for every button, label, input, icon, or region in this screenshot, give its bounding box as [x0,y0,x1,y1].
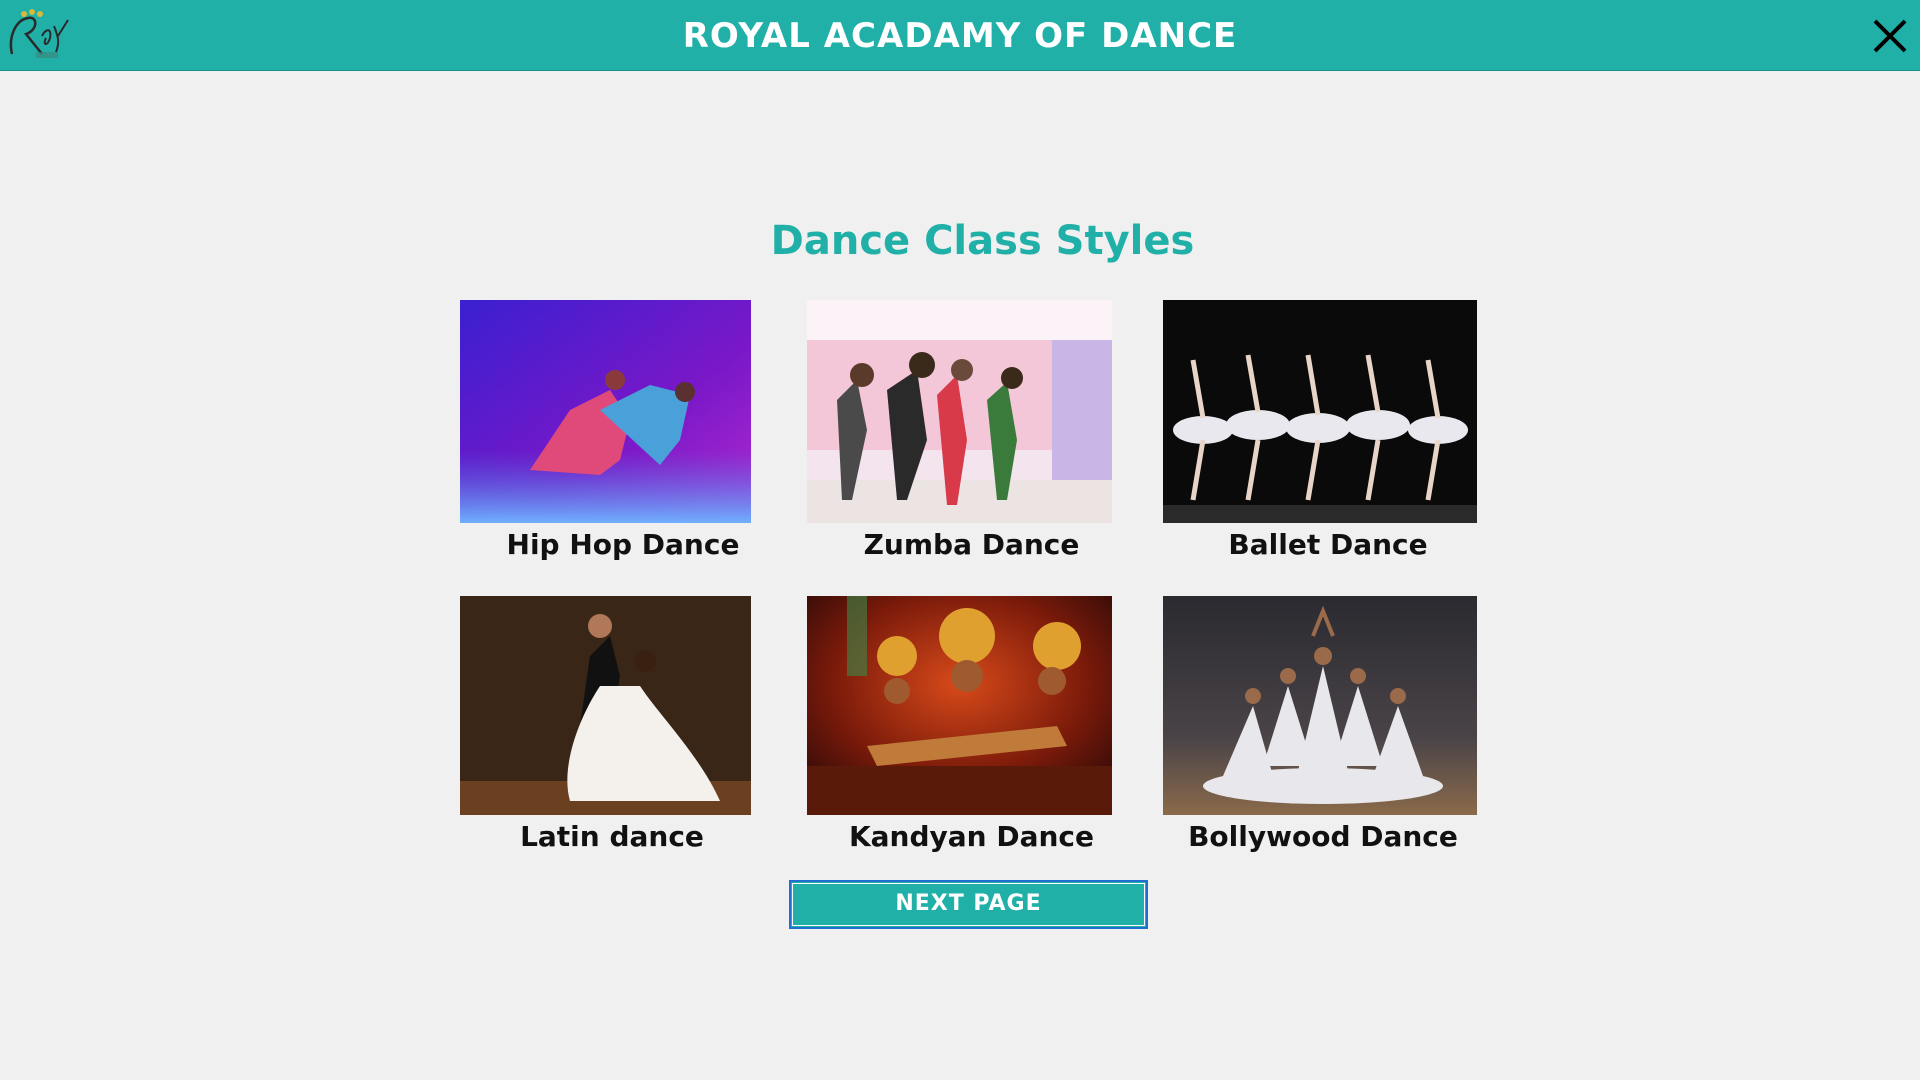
card-label: Latin dance [520,820,704,853]
card-label: Bollywood Dance [1188,820,1458,853]
card-label: Kandyan Dance [848,820,1095,853]
card-label: Zumba Dance [863,528,1080,561]
card-label: Hip Hop Dance [506,528,740,561]
next-page-button[interactable]: NEXT PAGE [789,880,1148,929]
card-label: Ballet Dance [1228,528,1428,561]
bollywood-dancers-photo [1163,596,1477,815]
ballet-dancers-photo [1163,300,1477,523]
zumba-dancers-photo [807,300,1112,523]
hip-hop-dancers-photo [460,300,751,523]
close-icon[interactable] [1870,16,1910,56]
page-heading: Dance Class Styles [770,218,1195,264]
app-title: ROYAL ACADAMY OF DANCE [682,16,1238,56]
latin-dance-couple-photo [460,596,751,815]
title-bar: ROYAL ACADAMY OF DANCE [0,0,1920,71]
kandyan-dancers-photo [807,596,1112,815]
